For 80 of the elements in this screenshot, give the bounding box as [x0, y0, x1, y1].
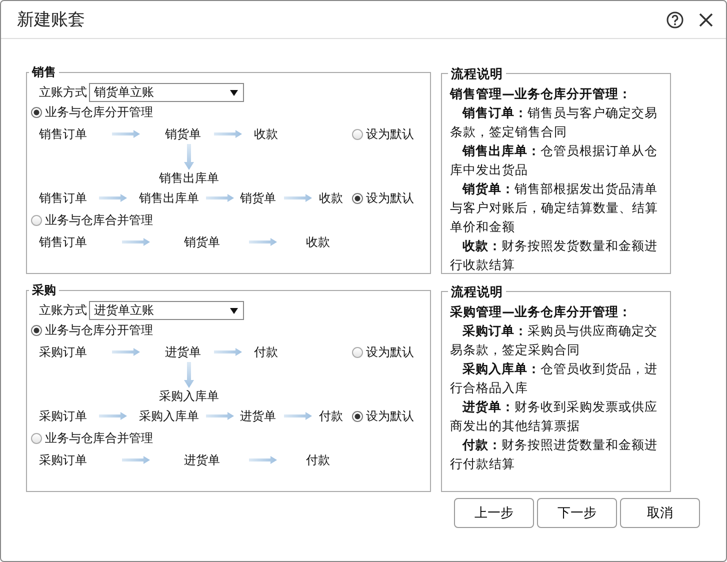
radio-button[interactable] — [352, 346, 363, 358]
flow-step: 销货单 — [184, 234, 220, 250]
arrow-icon — [122, 238, 150, 246]
arrow-icon — [122, 456, 150, 464]
flow-step: 采购入库单 — [159, 388, 219, 404]
close-icon[interactable] — [698, 12, 714, 28]
radio-label: 设为默认 — [366, 126, 414, 142]
dialog-button[interactable]: 取消 — [620, 498, 700, 528]
description-text: 采购订单：采购员与供应商确定交易条款，签定采购合同 — [450, 322, 658, 359]
radio-label: 设为默认 — [366, 408, 414, 424]
section-title: 采购 — [31, 282, 57, 299]
description-text: 进货单：财务收到采购发票或供应商发出的其他结算票据 — [450, 398, 658, 435]
panel-title: 流程说明 — [450, 283, 504, 301]
dropdown[interactable]: 销货单立账 — [89, 83, 244, 102]
dialog-button[interactable]: 下一步 — [537, 498, 617, 528]
flow-step: 采购订单 — [39, 452, 87, 468]
caret-icon — [230, 308, 238, 314]
flow-step: 采购订单 — [39, 408, 87, 424]
radio-label: 业务与仓库合并管理 — [45, 212, 153, 228]
arrow-icon — [206, 194, 234, 202]
arrow-icon — [214, 130, 242, 138]
field-label: 立账方式 — [39, 302, 87, 319]
arrow-icon — [184, 362, 194, 388]
help-icon[interactable] — [666, 10, 684, 28]
flow-step: 收款 — [319, 190, 343, 206]
flow-step: 进货单 — [165, 344, 201, 360]
radio-label: 设为默认 — [366, 190, 414, 206]
flow-step: 销售订单 — [39, 126, 87, 142]
flow-step: 进货单 — [240, 408, 276, 424]
flow-step: 销售出库单 — [159, 170, 219, 186]
flow-step: 付款 — [306, 452, 330, 468]
flow-step: 销售出库单 — [139, 190, 199, 206]
radio-label: 业务与仓库分开管理 — [45, 322, 153, 338]
radio-button[interactable] — [352, 410, 363, 422]
arrow-icon — [112, 130, 140, 138]
dropdown[interactable]: 进货单立账 — [89, 301, 244, 320]
flow-step: 收款 — [254, 126, 278, 142]
panel-title: 流程说明 — [450, 65, 504, 83]
description-heading: 销售管理—业务仓库分开管理： — [450, 85, 632, 103]
radio-button[interactable] — [31, 432, 42, 444]
radio-label: 业务与仓库分开管理 — [45, 104, 153, 120]
arrow-icon — [284, 194, 312, 202]
radio-button[interactable] — [31, 106, 42, 118]
flow-step: 采购订单 — [39, 344, 87, 360]
radio-button[interactable] — [31, 324, 42, 336]
flow-step: 销售订单 — [39, 234, 87, 250]
field-label: 立账方式 — [39, 84, 87, 101]
arrow-icon — [99, 412, 127, 420]
description-text: 付款：财务按照进货数量和金额进行付款结算 — [450, 436, 658, 473]
flow-step: 销货单 — [240, 190, 276, 206]
description-text: 销售订单：销售员与客户确定交易条款，签定销售合同 — [450, 104, 658, 141]
flow-step: 付款 — [319, 408, 343, 424]
flow-step: 采购入库单 — [139, 408, 199, 424]
section-title: 销售 — [30, 64, 57, 81]
flow-step: 进货单 — [184, 452, 220, 468]
radio-label: 设为默认 — [366, 344, 414, 360]
arrow-icon — [249, 238, 277, 246]
dialog-button[interactable]: 上一步 — [454, 498, 534, 528]
description-heading: 采购管理—业务仓库分开管理： — [450, 303, 632, 321]
radio-button[interactable] — [31, 214, 42, 226]
radio-label: 业务与仓库合并管理 — [45, 430, 153, 446]
description-text: 销货单：销售部根据发出货品清单与客户对账后，确定结算数量、结算单价和金额 — [450, 180, 659, 236]
arrow-icon — [206, 412, 234, 420]
description-text: 采购入库单：仓管员收到货品，进行合格品入库 — [450, 360, 658, 397]
arrow-icon — [284, 412, 312, 420]
window-title: 新建账套 — [17, 9, 85, 31]
radio-button[interactable] — [352, 128, 363, 140]
flow-step: 付款 — [254, 344, 278, 360]
flow-step: 销货单 — [165, 126, 201, 142]
flow-step: 销售订单 — [39, 190, 87, 206]
arrow-icon — [249, 456, 277, 464]
arrow-icon — [99, 194, 127, 202]
radio-button[interactable] — [352, 192, 363, 204]
arrow-icon — [214, 348, 242, 356]
description-text: 销售出库单：仓管员根据订单从仓库中发出货品 — [450, 142, 658, 179]
flow-step: 收款 — [306, 234, 330, 250]
caret-icon — [230, 90, 238, 96]
arrow-icon — [112, 348, 140, 356]
description-text: 收款：财务按照发货数量和金额进行收款结算 — [450, 237, 658, 274]
arrow-icon — [184, 144, 194, 170]
